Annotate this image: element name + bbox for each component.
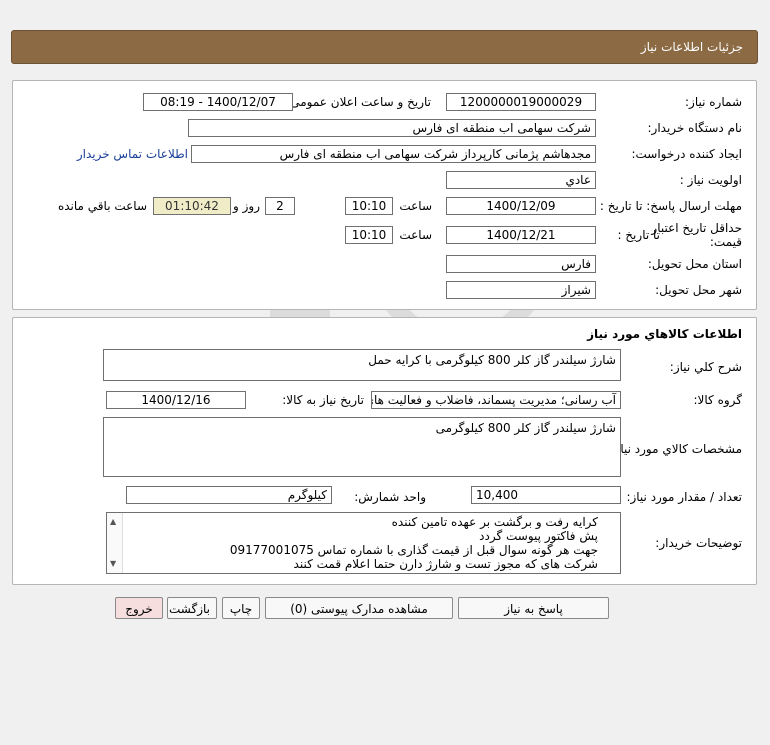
goods-group-label: گروه کالا: xyxy=(693,393,743,407)
city-field: شیراز xyxy=(446,281,596,299)
announce-label: تاریخ و ساعت اعلان عمومی: xyxy=(286,95,431,109)
validity-date-field: 1400/12/21 xyxy=(446,226,596,244)
specs-field: شارژ سیلندر گاز کلر 800 کیلوگرمی xyxy=(103,417,621,477)
creator-label: ایجاد کننده درخواست: xyxy=(631,147,742,161)
remaining-time-label: ساعت باقي مانده xyxy=(57,199,147,213)
back-button[interactable]: بازگشت xyxy=(167,597,217,619)
view-attachments-button[interactable]: مشاهده مدارک پیوستی (0) xyxy=(265,597,453,619)
exit-button[interactable]: خروج xyxy=(115,597,163,619)
summary-field: شارژ سیلندر گاز کلر 800 کیلوگرمی با کرای… xyxy=(103,349,621,381)
goods-group-field: آب رسانی؛ مدیریت پسماند، فاضلاب و فعالیت… xyxy=(371,391,621,409)
buyer-org-field: شرکت سهامی اب منطقه ای فارس xyxy=(188,119,596,137)
notes-line: پش فاکتور پیوست گردد xyxy=(479,529,598,543)
remaining-days-field: 2 xyxy=(265,197,295,215)
deadline-time-label: ساعت xyxy=(399,199,432,213)
validity-time-label: ساعت xyxy=(399,228,432,242)
quantity-field: 10,400 xyxy=(471,486,621,504)
price-validity-label: حداقل تاریخ اعتبار xyxy=(651,221,742,235)
summary-label: شرح کلي نياز: xyxy=(669,360,742,374)
need-date-field: 1400/12/16 xyxy=(106,391,246,409)
buyer-org-label: نام دستگاه خریدار: xyxy=(647,121,743,135)
unit-field: کیلوگرم xyxy=(126,486,332,504)
province-label: استان محل تحویل: xyxy=(647,257,742,271)
page-title: جزئیات اطلاعات نیاز xyxy=(640,40,743,54)
remaining-time-field: 01:10:42 xyxy=(153,197,231,215)
deadline-label: مهلت ارسال پاسخ: تا تاریخ : xyxy=(599,199,742,213)
need-date-label: تاریخ نیاز به کالا: xyxy=(282,393,364,407)
validity-to-date-label: تا تاریخ : xyxy=(617,228,660,242)
need-number-field: 1200000019000029 xyxy=(446,93,596,111)
notes-line: شرکت های که مجوز تست و شارژ دارن حتما اع… xyxy=(293,557,598,571)
city-label: شهر محل تحویل: xyxy=(655,283,742,297)
unit-label: واحد شمارش: xyxy=(354,490,426,504)
scroll-up-icon[interactable]: ▲ xyxy=(110,515,116,529)
priority-label: اولویت نیاز : xyxy=(679,173,742,187)
days-label: روز و xyxy=(233,199,260,213)
quantity-label: تعداد / مقدار مورد نیاز: xyxy=(626,490,742,504)
specs-label: مشخصات کالاي مورد نياز: xyxy=(610,442,742,456)
creator-field: مجدهاشم پژمانی کارپرداز شرکت سهامی اب من… xyxy=(191,145,596,163)
scroll-down-icon[interactable]: ▼ xyxy=(110,557,116,571)
buyer-notes-label: توضیحات خریدار: xyxy=(655,536,742,550)
buyer-contact-link[interactable]: اطلاعات تماس خریدار xyxy=(77,147,188,161)
announce-datetime-field: 1400/12/07 - 08:19 xyxy=(143,93,293,111)
province-field: فارس xyxy=(446,255,596,273)
goods-info-panel: اطلاعات کالاهاي مورد نياز شرح کلي نياز: … xyxy=(12,317,757,585)
page-header: جزئیات اطلاعات نیاز xyxy=(11,30,758,64)
price-validity-label-2: قیمت: xyxy=(709,235,742,249)
need-number-label: شماره نیاز: xyxy=(685,95,742,109)
validity-time-field: 10:10 xyxy=(345,226,393,244)
goods-section-title: اطلاعات کالاهاي مورد نياز xyxy=(587,327,742,341)
reply-button[interactable]: پاسخ به نیاز xyxy=(458,597,609,619)
print-button[interactable]: چاپ xyxy=(222,597,260,619)
need-info-panel: شماره نیاز: 1200000019000029 تاریخ و ساع… xyxy=(12,80,757,310)
deadline-date-field: 1400/12/09 xyxy=(446,197,596,215)
priority-field: عادي xyxy=(446,171,596,189)
deadline-time-field: 10:10 xyxy=(345,197,393,215)
notes-line: کرایه رفت و برگشت بر عهده تامین کننده xyxy=(391,515,598,529)
notes-scrollbar[interactable]: ▲ ▼ xyxy=(107,513,123,573)
notes-line: جهت هر گونه سوال قبل از قیمت گذاری با شم… xyxy=(229,543,598,557)
buyer-notes-box[interactable]: کرایه رفت و برگشت بر عهده تامین کننده پش… xyxy=(106,512,621,574)
